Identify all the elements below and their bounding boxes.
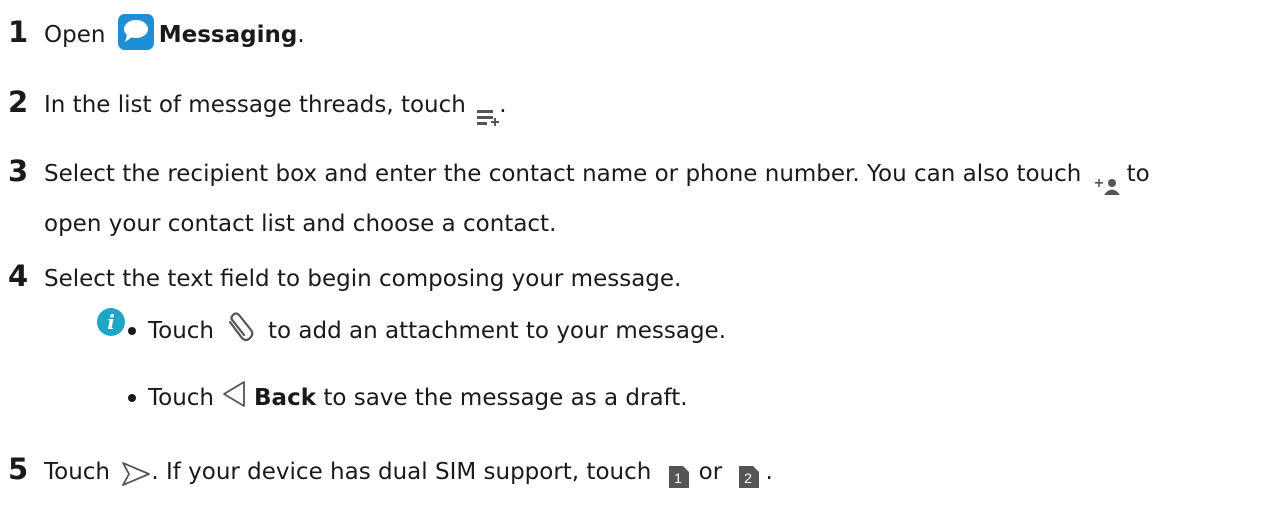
step-5: 5 Touch . If your device has dual SIM su… <box>8 449 773 495</box>
add-contact-icon <box>1094 166 1121 195</box>
paperclip-icon <box>224 310 258 344</box>
note-text: to add an attachment to your message. <box>268 318 727 344</box>
new-message-icon <box>477 97 500 126</box>
info-icon: i <box>96 307 126 343</box>
svg-text:i: i <box>107 310 115 334</box>
sim2-label: 2 <box>745 470 753 486</box>
note-text: to save the message as a draft. <box>323 385 688 411</box>
step-4: 4 Select the text field to begin composi… <box>8 256 681 302</box>
step-text: open your contact list and choose a cont… <box>44 211 557 237</box>
step-3-line2: open your contact list and choose a cont… <box>44 201 556 247</box>
note-item-back: Touch Back to save the message as a draf… <box>128 381 688 412</box>
send-icon <box>121 457 151 486</box>
step-text: Select the text field to begin composing… <box>44 266 682 292</box>
step-number: 5 <box>8 452 29 486</box>
punctuation: . <box>765 459 773 485</box>
sim2-icon: 2 <box>739 458 760 488</box>
step-number: 1 <box>8 15 29 49</box>
step-2: 2 In the list of message threads, touch … <box>8 82 507 128</box>
note-text: Touch <box>148 318 215 344</box>
sim1-label: 1 <box>674 470 682 486</box>
bullet-dot <box>128 327 136 335</box>
sim1-icon: 1 <box>668 458 689 488</box>
step-number: 4 <box>8 259 29 293</box>
back-triangle-icon <box>222 380 246 408</box>
punctuation: . <box>499 92 507 118</box>
step-text: Open <box>44 22 106 48</box>
step-text: In the list of message threads, touch <box>44 92 466 118</box>
step-3: 3 Select the recipient box and enter the… <box>8 151 1150 197</box>
or-text: or <box>698 459 723 485</box>
step-text-end: to <box>1126 161 1150 187</box>
step-text: . If your device has dual SIM support, t… <box>151 459 652 485</box>
step-text: Select the recipient box and enter the c… <box>44 161 1082 187</box>
step-1: 1 Open Messaging. <box>8 12 305 58</box>
back-label: Back <box>254 385 316 411</box>
app-name: Messaging <box>158 22 298 48</box>
bullet-dot <box>128 394 136 402</box>
step-text: Touch <box>44 459 111 485</box>
punctuation: . <box>297 22 305 48</box>
note-item-attachment: Touch to add an attachment to your messa… <box>128 312 727 348</box>
step-number: 3 <box>8 154 29 188</box>
note-text: Touch <box>148 385 215 411</box>
step-number: 2 <box>8 85 29 119</box>
messaging-app-icon <box>117 13 155 51</box>
